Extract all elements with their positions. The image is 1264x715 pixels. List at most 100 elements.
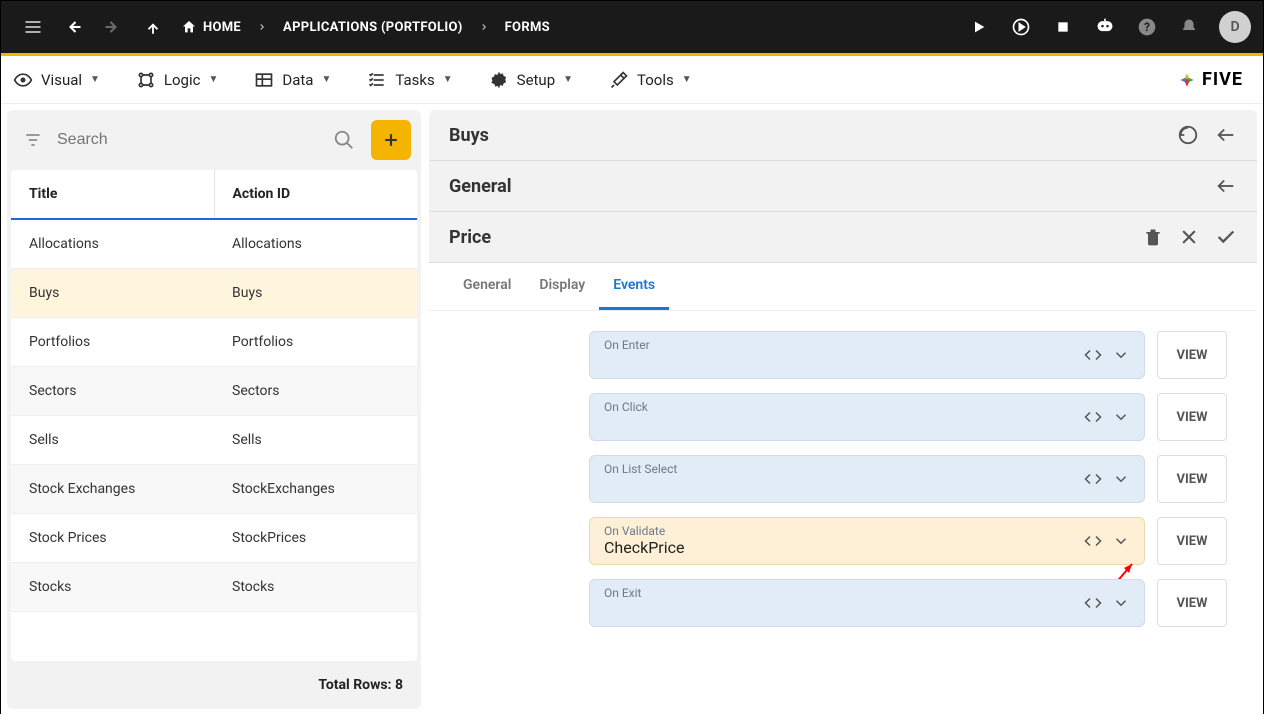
stop-icon[interactable] xyxy=(1045,7,1081,47)
event-label: On Enter xyxy=(604,338,650,352)
detail-title-2: General xyxy=(449,176,512,197)
event-row: On Click VIEW xyxy=(589,393,1227,441)
chevron-down-icon[interactable] xyxy=(1112,532,1130,550)
filter-icon[interactable] xyxy=(17,130,49,150)
run-debug-icon[interactable] xyxy=(1003,7,1039,47)
code-icon[interactable] xyxy=(1084,346,1102,364)
search-icon[interactable] xyxy=(325,129,363,151)
cell-actionid: StockPrices xyxy=(214,514,417,562)
left-panel: Title Action ID AllocationsAllocationsBu… xyxy=(7,110,421,709)
view-button[interactable]: VIEW xyxy=(1157,393,1227,441)
event-icons xyxy=(1084,346,1130,364)
tab-label: Display xyxy=(539,277,585,293)
cell-title: Stock Prices xyxy=(11,514,214,562)
code-icon[interactable] xyxy=(1084,470,1102,488)
menu-label: Logic xyxy=(164,71,201,89)
refresh-icon[interactable] xyxy=(1177,124,1199,146)
back-arrow-icon[interactable] xyxy=(1215,124,1237,146)
view-button[interactable]: VIEW xyxy=(1157,331,1227,379)
delete-icon[interactable] xyxy=(1143,226,1163,248)
right-panel: Buys General Price General Display Event… xyxy=(429,110,1257,709)
add-button[interactable] xyxy=(371,120,411,160)
breadcrumb-forms[interactable]: FORMS xyxy=(505,20,550,35)
event-field[interactable]: On Exit xyxy=(589,579,1145,627)
view-button[interactable]: VIEW xyxy=(1157,455,1227,503)
code-icon[interactable] xyxy=(1084,594,1102,612)
table-row[interactable]: PortfoliosPortfolios xyxy=(11,318,417,367)
view-button[interactable]: VIEW xyxy=(1157,517,1227,565)
detail-header-3: Price xyxy=(429,212,1257,263)
avatar-initial: D xyxy=(1230,19,1239,35)
avatar[interactable]: D xyxy=(1219,11,1251,43)
table-row[interactable]: SellsSells xyxy=(11,416,417,465)
tab-general[interactable]: General xyxy=(449,263,525,310)
cell-title: Allocations xyxy=(11,220,214,268)
chevron-down-icon[interactable] xyxy=(1112,408,1130,426)
menu-label: Visual xyxy=(41,71,82,89)
event-row: On ValidateCheckPriceVIEW xyxy=(589,517,1227,565)
event-row: On List SelectVIEW xyxy=(589,455,1227,503)
chevron-right-icon xyxy=(471,22,497,32)
play-icon[interactable] xyxy=(961,7,997,47)
svg-text:?: ? xyxy=(1144,20,1150,34)
table-row[interactable]: Stock PricesStockPrices xyxy=(11,514,417,563)
table-row[interactable]: BuysBuys xyxy=(11,269,417,318)
back-arrow-icon[interactable] xyxy=(1215,175,1237,197)
column-header-actionid[interactable]: Action ID xyxy=(214,170,418,218)
tab-label: General xyxy=(463,277,511,293)
menu-label: Tools xyxy=(637,71,674,89)
back-icon[interactable] xyxy=(53,7,93,47)
breadcrumb-applications[interactable]: APPLICATIONS (PORTFOLIO) xyxy=(283,20,463,35)
logo-icon xyxy=(1178,71,1196,89)
code-icon[interactable] xyxy=(1084,408,1102,426)
menu-data[interactable]: Data▼ xyxy=(254,70,331,90)
chevron-down-icon[interactable] xyxy=(1112,594,1130,612)
event-icons xyxy=(1084,408,1130,426)
up-icon[interactable] xyxy=(133,7,173,47)
breadcrumb-label: APPLICATIONS (PORTFOLIO) xyxy=(283,20,463,35)
event-field[interactable]: On ValidateCheckPrice xyxy=(589,517,1145,565)
search-input[interactable] xyxy=(57,131,317,149)
menu-logic[interactable]: Logic▼ xyxy=(136,70,218,90)
breadcrumb-home[interactable]: HOME xyxy=(181,19,241,35)
chat-icon[interactable] xyxy=(1087,7,1123,47)
detail-header-2: General xyxy=(429,161,1257,212)
chevron-down-icon[interactable] xyxy=(1112,470,1130,488)
table-row[interactable]: SectorsSectors xyxy=(11,367,417,416)
event-icons xyxy=(1084,470,1130,488)
cell-actionid: Sells xyxy=(214,416,417,464)
table-row[interactable]: StocksStocks xyxy=(11,563,417,612)
search-row xyxy=(7,110,421,170)
table-header: Title Action ID xyxy=(11,170,417,220)
cell-title: Stocks xyxy=(11,563,214,611)
help-icon[interactable]: ? xyxy=(1129,7,1165,47)
menu-visual[interactable]: Visual▼ xyxy=(13,70,100,90)
code-icon[interactable] xyxy=(1084,532,1102,550)
event-value: CheckPrice xyxy=(604,538,684,557)
event-field[interactable]: On Enter xyxy=(589,331,1145,379)
close-icon[interactable] xyxy=(1179,226,1199,248)
column-header-title[interactable]: Title xyxy=(11,170,214,218)
tab-display[interactable]: Display xyxy=(525,263,599,310)
check-icon[interactable] xyxy=(1215,226,1237,248)
menu-tools[interactable]: Tools▼ xyxy=(609,70,692,90)
table-row[interactable]: Stock ExchangesStockExchanges xyxy=(11,465,417,514)
menu-label: Tasks xyxy=(395,71,434,89)
cell-actionid: StockExchanges xyxy=(214,465,417,513)
menu-tasks[interactable]: Tasks▼ xyxy=(367,70,452,90)
tab-events[interactable]: Events xyxy=(599,263,669,310)
table-row[interactable]: AllocationsAllocations xyxy=(11,220,417,269)
menu-setup[interactable]: Setup▼ xyxy=(489,70,573,90)
tabs: General Display Events xyxy=(429,263,1257,311)
event-field[interactable]: On List Select xyxy=(589,455,1145,503)
menu-icon[interactable] xyxy=(13,7,53,47)
cell-actionid: Portfolios xyxy=(214,318,417,366)
bell-icon[interactable] xyxy=(1171,7,1207,47)
cell-actionid: Sectors xyxy=(214,367,417,415)
topbar-right: ? D xyxy=(961,7,1251,47)
event-field[interactable]: On Click xyxy=(589,393,1145,441)
view-button[interactable]: VIEW xyxy=(1157,579,1227,627)
event-label: On Click xyxy=(604,400,648,414)
cell-actionid: Allocations xyxy=(214,220,417,268)
chevron-down-icon[interactable] xyxy=(1112,346,1130,364)
